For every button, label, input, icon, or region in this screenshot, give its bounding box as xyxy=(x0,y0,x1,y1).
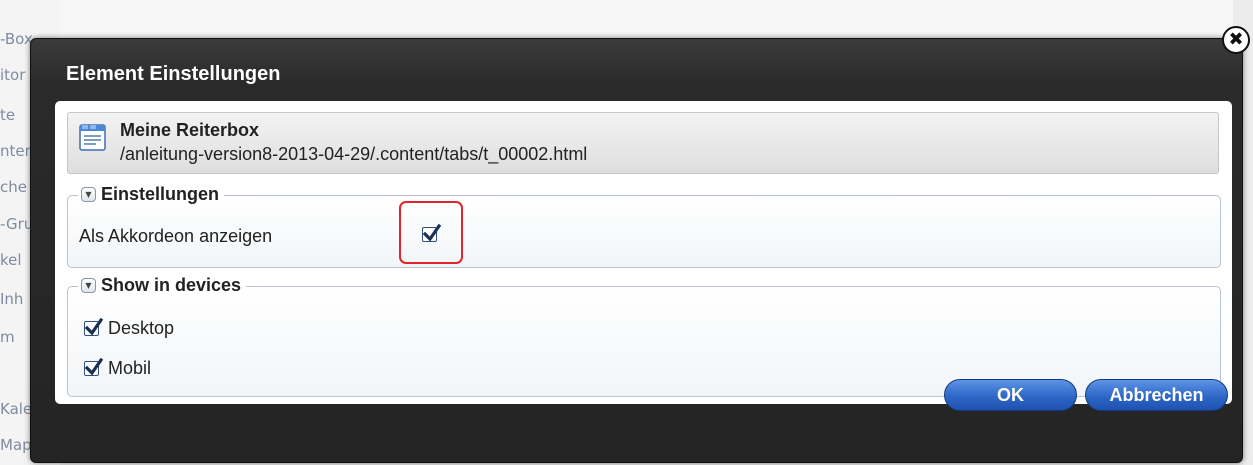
dialog-title: Element Einstellungen xyxy=(66,63,281,85)
tab-document-icon xyxy=(79,124,106,151)
close-icon[interactable]: ✖ xyxy=(1222,26,1250,54)
element-info-box: Meine Reiterbox /anleitung-version8-2013… xyxy=(67,112,1219,174)
ok-button[interactable]: OK xyxy=(944,379,1077,411)
cancel-button[interactable]: Abbrechen xyxy=(1085,379,1228,411)
accordion-label: Als Akkordeon anzeigen xyxy=(79,226,273,246)
background-top xyxy=(60,0,1233,40)
desktop-label: Desktop xyxy=(108,318,175,338)
devices-legend: ▼ Show in devices xyxy=(78,275,247,296)
mobile-checkbox[interactable] xyxy=(84,358,104,376)
devices-legend-label: Show in devices xyxy=(101,275,242,295)
collapse-toggle-icon[interactable]: ▼ xyxy=(81,187,96,202)
element-name: Meine Reiterbox xyxy=(120,120,260,140)
collapse-toggle-icon[interactable]: ▼ xyxy=(81,278,96,293)
settings-legend: ▼ Einstellungen xyxy=(78,184,225,205)
checkmark-icon xyxy=(84,358,104,376)
element-path: /anleitung-version8-2013-04-29/.content/… xyxy=(120,144,588,164)
checkmark-icon xyxy=(84,318,104,336)
highlight-annotation xyxy=(399,201,463,264)
mobile-label: Mobil xyxy=(108,358,152,378)
desktop-checkbox[interactable] xyxy=(84,318,104,336)
dialog-content-panel: Meine Reiterbox /anleitung-version8-2013… xyxy=(55,101,1232,404)
settings-legend-label: Einstellungen xyxy=(101,184,220,204)
settings-group: ▼ Einstellungen Als Akkordeon anzeigen xyxy=(67,184,1221,268)
